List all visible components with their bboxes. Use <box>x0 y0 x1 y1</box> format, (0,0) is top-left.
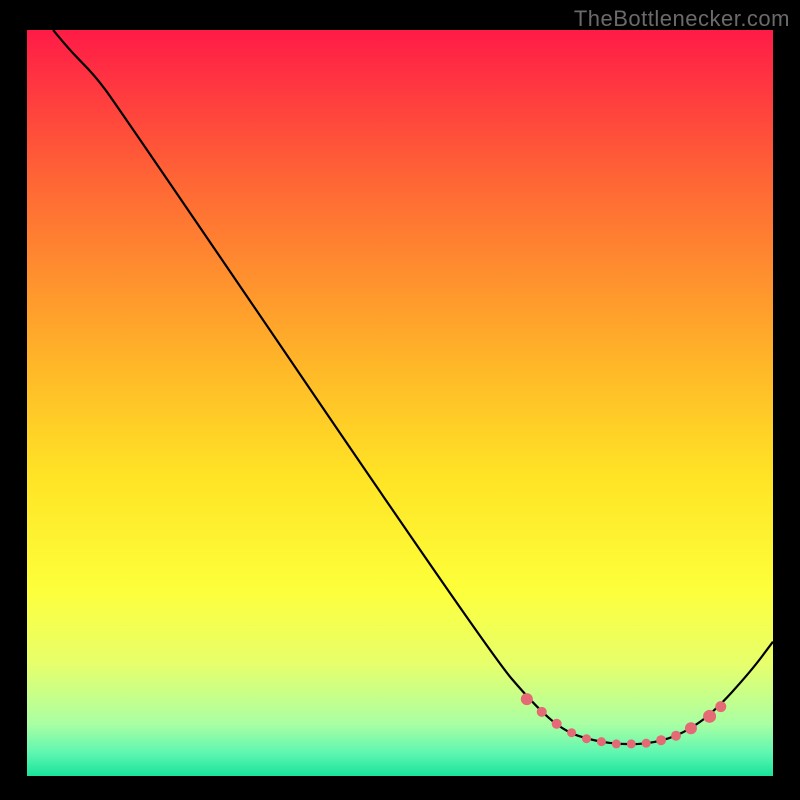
marker-dot <box>671 731 681 741</box>
marker-dot <box>627 739 636 748</box>
marker-dot <box>521 693 533 705</box>
marker-dot <box>656 735 666 745</box>
marker-dot <box>567 728 576 737</box>
marker-dot <box>582 734 591 743</box>
watermark-text: TheBottlenecker.com <box>574 6 790 32</box>
marker-dot <box>612 739 621 748</box>
chart-container: TheBottlenecker.com <box>0 0 800 800</box>
marker-dot <box>552 719 562 729</box>
marker-dot <box>597 737 606 746</box>
plot-area <box>27 30 773 776</box>
marker-dot <box>703 710 716 723</box>
marker-dot <box>685 722 697 734</box>
marker-dot <box>537 707 547 717</box>
chart-svg <box>27 30 773 776</box>
gradient-background <box>27 30 773 776</box>
marker-dot <box>715 701 726 712</box>
marker-dot <box>642 739 651 748</box>
